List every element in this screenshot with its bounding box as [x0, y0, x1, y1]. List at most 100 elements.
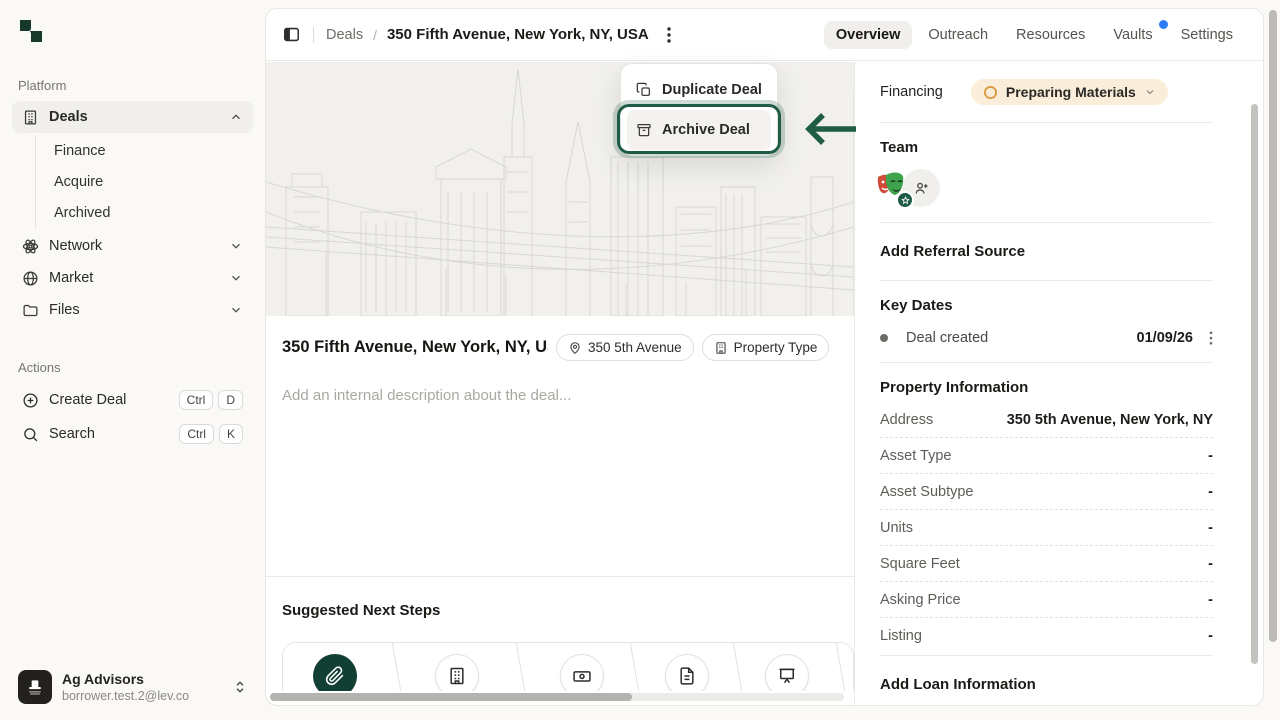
- property-row-label: Listing: [880, 628, 922, 644]
- sidebar-item-network[interactable]: Network: [12, 230, 253, 262]
- document-icon: [677, 666, 697, 686]
- main-card: Deals / 350 Fifth Avenue, New York, NY, …: [265, 8, 1264, 706]
- property-row-label: Units: [880, 520, 913, 536]
- team-member-avatar[interactable]: [872, 169, 910, 207]
- tab-outreach[interactable]: Outreach: [916, 21, 1000, 49]
- step-financials-button[interactable]: [560, 654, 604, 691]
- sidebar-item-label: Deals: [49, 109, 88, 125]
- page-header: Deals / 350 Fifth Avenue, New York, NY, …: [266, 9, 1263, 61]
- deals-subnav: Finance Acquire Archived: [35, 135, 253, 228]
- property-row-asset-subtype: Asset Subtype -: [880, 474, 1213, 510]
- key-date-row: Deal created 01/09/26: [880, 330, 1213, 350]
- horizontal-scrollbar-thumb[interactable]: [270, 693, 632, 701]
- property-row-label: Asset Subtype: [880, 484, 974, 500]
- sidebar-toggle-icon[interactable]: [282, 25, 301, 44]
- segment-divider: [515, 642, 526, 691]
- add-loan-information-button[interactable]: Add Loan Information: [880, 656, 1213, 705]
- property-information-label: Property Information: [880, 379, 1213, 396]
- property-row-label: Asset Type: [880, 448, 951, 464]
- sidebar-item-market[interactable]: Market: [12, 262, 253, 294]
- sidebar-item-archived[interactable]: Archived: [36, 197, 253, 228]
- banknote-icon: [572, 666, 592, 686]
- financing-label: Financing: [880, 84, 943, 100]
- sidebar-item-deals[interactable]: Deals: [12, 101, 253, 133]
- account-switcher[interactable]: Ag Advisors borrower.test.2@lev.co: [12, 666, 253, 708]
- create-deal-button[interactable]: Create Deal Ctrl D: [12, 383, 253, 417]
- next-steps-title: Suggested Next Steps: [282, 602, 440, 619]
- tab-bar: Overview Outreach Resources Vaults Setti…: [824, 21, 1245, 49]
- menu-item-duplicate-deal[interactable]: Duplicate Deal: [627, 70, 771, 110]
- chevrons-up-down-icon: [233, 679, 247, 695]
- menu-item-archive-deal[interactable]: Archive Deal: [627, 110, 771, 150]
- status-ring-icon: [983, 85, 998, 100]
- property-row-value: -: [1208, 628, 1213, 644]
- presentation-icon: [777, 666, 797, 686]
- address-badge-label: 350 5th Avenue: [588, 340, 682, 355]
- property-row-value: -: [1208, 556, 1213, 572]
- step-attachments-button[interactable]: [313, 654, 357, 691]
- building-icon: [447, 666, 467, 686]
- financing-row: Financing Preparing Materials: [880, 62, 1213, 123]
- tab-vaults[interactable]: Vaults: [1101, 21, 1164, 49]
- add-referral-source-button[interactable]: Add Referral Source: [880, 223, 1213, 281]
- tab-settings[interactable]: Settings: [1169, 21, 1245, 49]
- star-badge-icon: [896, 191, 914, 209]
- panel-scrollbar-thumb[interactable]: [1251, 104, 1258, 664]
- property-row-listing: Listing -: [880, 618, 1213, 653]
- segment-divider: [629, 642, 640, 691]
- deal-description-input[interactable]: Add an internal description about the de…: [266, 387, 854, 404]
- deal-actions-menu-button[interactable]: [663, 25, 675, 45]
- property-row-square-feet: Square Feet -: [880, 546, 1213, 582]
- user-email: borrower.test.2@lev.co: [62, 689, 189, 703]
- financing-status-dropdown[interactable]: Preparing Materials: [971, 79, 1168, 105]
- kbd-d: D: [218, 390, 243, 410]
- sidebar: Platform Deals Finance Acquire Archived …: [0, 0, 265, 720]
- actions-section-label: Actions: [18, 360, 247, 375]
- building-icon: [22, 109, 39, 126]
- deal-title-row: 350 Fifth Avenue, New York, NY, USA 350 …: [266, 334, 854, 361]
- step-documents-button[interactable]: [665, 654, 709, 691]
- property-type-badge[interactable]: Property Type: [702, 334, 830, 361]
- tab-overview[interactable]: Overview: [824, 21, 913, 49]
- property-row-value: 350 5th Avenue, New York, NY: [1007, 412, 1213, 428]
- tab-vaults-label: Vaults: [1113, 27, 1152, 43]
- tab-resources[interactable]: Resources: [1004, 21, 1097, 49]
- page-scrollbar-thumb[interactable]: [1269, 10, 1277, 642]
- menu-item-label: Duplicate Deal: [662, 82, 762, 98]
- team-avatars: [880, 168, 1213, 208]
- chevron-down-icon: [229, 239, 243, 253]
- kbd-ctrl: Ctrl: [179, 390, 214, 410]
- header-divider: [313, 27, 314, 43]
- key-date-menu-button[interactable]: [1209, 331, 1213, 345]
- breadcrumb-current-deal: 350 Fifth Avenue, New York, NY, USA: [387, 26, 649, 43]
- kbd-ctrl: Ctrl: [179, 424, 214, 444]
- network-icon: [22, 238, 39, 255]
- sidebar-item-files[interactable]: Files: [12, 294, 253, 326]
- search-icon: [22, 426, 39, 443]
- deal-summary-panel: Financing Preparing Materials Team: [854, 62, 1263, 705]
- property-row-asking-price: Asking Price -: [880, 582, 1213, 618]
- step-presentation-button[interactable]: [765, 654, 809, 691]
- chevron-down-icon: [229, 271, 243, 285]
- paperclip-icon: [325, 666, 345, 686]
- key-dates-section: Key Dates Deal created 01/09/26: [880, 281, 1213, 363]
- search-button[interactable]: Search Ctrl K: [12, 417, 253, 451]
- breadcrumb-separator: /: [373, 27, 377, 43]
- platform-section-label: Platform: [18, 78, 247, 93]
- create-deal-shortcut: Ctrl D: [179, 390, 243, 410]
- user-info: Ag Advisors borrower.test.2@lev.co: [62, 671, 189, 703]
- chevron-down-icon: [1144, 86, 1156, 98]
- property-type-badge-label: Property Type: [734, 340, 818, 355]
- sidebar-item-label: Market: [49, 270, 93, 286]
- chevron-down-icon: [229, 303, 243, 317]
- step-property-button[interactable]: [435, 654, 479, 691]
- sidebar-item-finance[interactable]: Finance: [36, 135, 253, 166]
- bullet-dot-icon: [880, 334, 888, 342]
- sidebar-item-acquire[interactable]: Acquire: [36, 166, 253, 197]
- address-badge[interactable]: 350 5th Avenue: [556, 334, 694, 361]
- property-row-label: Address: [880, 412, 933, 428]
- property-information-section: Property Information Address 350 5th Ave…: [880, 363, 1213, 656]
- kbd-k: K: [219, 424, 243, 444]
- globe-icon: [22, 270, 39, 287]
- breadcrumb-deals-link[interactable]: Deals: [326, 27, 363, 43]
